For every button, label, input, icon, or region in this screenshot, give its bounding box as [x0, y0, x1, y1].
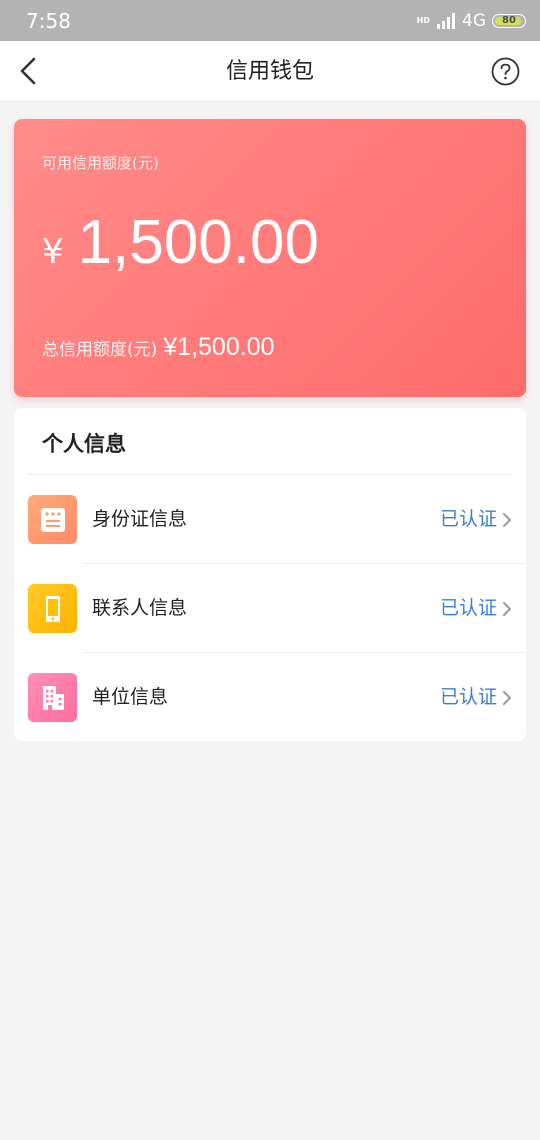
nav-bar: 信用钱包	[0, 41, 540, 102]
verified-status: 已认证	[439, 508, 497, 530]
available-credit-label: 可用信用额度(元)	[42, 154, 159, 172]
verified-status: 已认证	[439, 597, 497, 619]
status-bar: 7:58 HD 4G 80	[0, 0, 540, 41]
signal-icon	[437, 12, 455, 29]
status-indicators: HD 4G 80	[417, 11, 526, 31]
row-label: 身份证信息	[92, 508, 188, 530]
chevron-right-icon	[503, 513, 511, 527]
currency-symbol: ¥	[42, 232, 64, 272]
row-label: 单位信息	[92, 686, 169, 708]
page-title: 信用钱包	[225, 59, 314, 84]
building-icon	[28, 673, 77, 722]
credit-card: 可用信用额度(元) ¥ 1,500.00 总信用额度(元) ¥1,500.00	[14, 119, 526, 397]
chevron-right-icon	[503, 602, 511, 616]
hd-badge: HD	[416, 15, 430, 25]
available-credit-amount: 1,500.00	[77, 208, 319, 277]
total-credit-row: 总信用额度(元) ¥1,500.00	[42, 333, 274, 362]
chevron-right-icon	[503, 691, 511, 705]
info-row-id-card[interactable]: 身份证信息 已认证	[14, 475, 526, 564]
battery-level: 80	[502, 15, 516, 26]
available-credit-row: ¥ 1,500.00	[42, 207, 319, 278]
row-label: 联系人信息	[92, 597, 188, 619]
personal-info-panel: 个人信息 身份证信息 已认证 联系人信息 已认证 单位信息 已认证	[14, 408, 526, 741]
phone-icon	[28, 584, 77, 633]
battery-icon: 80	[492, 13, 526, 28]
total-credit-label: 总信用额度(元)	[42, 340, 158, 360]
network-type: 4G	[462, 10, 486, 31]
section-title: 个人信息	[42, 432, 126, 456]
info-row-employer[interactable]: 单位信息 已认证	[14, 653, 526, 742]
total-credit-amount: ¥1,500.00	[163, 333, 275, 361]
status-time: 7:58	[26, 8, 71, 33]
id-card-icon	[28, 495, 77, 544]
verified-status: 已认证	[439, 686, 497, 708]
help-circle-icon[interactable]	[491, 57, 520, 86]
info-row-contacts[interactable]: 联系人信息 已认证	[14, 564, 526, 653]
